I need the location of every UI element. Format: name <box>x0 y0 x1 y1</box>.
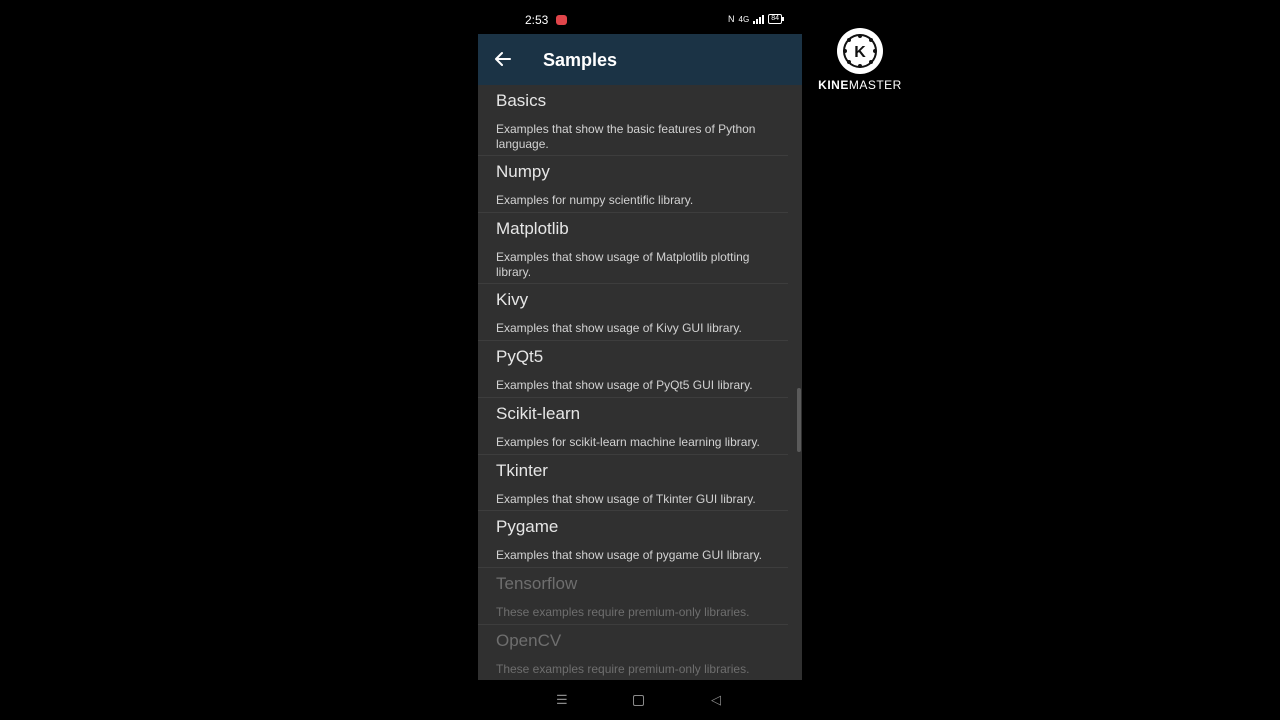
sample-item-kivy[interactable]: Kivy Examples that show usage of Kivy GUI… <box>478 284 788 342</box>
sample-description: These examples require premium-only libr… <box>496 604 750 619</box>
kinemaster-logo-icon: K <box>837 28 883 74</box>
sample-title: Kivy <box>496 290 529 310</box>
app-bar: Samples <box>478 34 802 85</box>
app-window: Samples Basics Examples that show the bas… <box>478 34 802 680</box>
back-arrow-icon[interactable] <box>490 46 516 72</box>
brand-bold: KINE <box>818 78 849 92</box>
sample-title: Scikit-learn <box>496 403 581 423</box>
scrollbar-thumb[interactable] <box>797 388 801 452</box>
sample-item-matplotlib[interactable]: Matplotlib Examples that show usage of Ma… <box>478 213 788 285</box>
signal-icon <box>753 14 765 24</box>
sample-item-basics[interactable]: Basics Examples that show the basic featu… <box>478 85 788 157</box>
sample-description: Examples that show usage of Matplotlib p… <box>496 250 750 279</box>
sample-item-tkinter[interactable]: Tkinter Examples that show usage of Tkint… <box>478 455 788 512</box>
back-triangle-icon[interactable]: ◁ <box>711 692 721 708</box>
sample-description: Examples that show usage of Tkinter GUI … <box>496 491 756 506</box>
sample-item-numpy[interactable]: Numpy Examples for numpy scientific libra… <box>478 156 788 214</box>
sample-description: Examples that show usage of PyQt5 GUI li… <box>496 378 753 393</box>
page-title: Samples <box>543 50 618 70</box>
sample-description: Examples that show usage of Kivy GUI lib… <box>496 321 742 336</box>
brand-name: KINEMASTER <box>818 78 902 92</box>
status-bar: 2:53 N 4G 84 <box>478 10 802 32</box>
screen-record-icon <box>556 15 567 25</box>
status-icons: N 4G 84 <box>728 14 784 24</box>
sample-title: Tensorflow <box>496 573 578 593</box>
sample-title: Tkinter <box>496 460 548 480</box>
logo-letter: K <box>854 44 866 61</box>
sample-item-pygame[interactable]: Pygame Examples that show usage of pygame… <box>478 511 788 568</box>
brand-rest: MASTER <box>848 78 902 92</box>
sample-title: Matplotlib <box>496 219 569 239</box>
sample-description: Examples that show usage of pygame GUI l… <box>496 548 762 563</box>
sample-item-pyqt5[interactable]: PyQt5 Examples that show usage of PyQt5 G… <box>478 341 788 398</box>
sample-description: These examples require premium-only libr… <box>496 661 750 676</box>
sample-title: Pygame <box>496 517 559 537</box>
sample-description: Examples for scikit-learn machine learni… <box>496 434 760 449</box>
sample-description: Examples that show the basic features of… <box>496 122 756 151</box>
system-nav-bar: ☰ ◁ <box>478 686 802 714</box>
sample-title: Numpy <box>496 162 550 182</box>
battery-icon: 84 <box>768 14 784 24</box>
sample-item-opencv[interactable]: OpenCV These examples require premium-onl… <box>478 625 788 680</box>
recent-apps-icon[interactable]: ☰ <box>556 692 568 708</box>
sample-item-scikit-learn[interactable]: Scikit-learn Examples for scikit-learn ma… <box>478 398 788 455</box>
sample-item-tensorflow[interactable]: Tensorflow These examples require premium… <box>478 568 788 625</box>
sample-title: PyQt5 <box>496 347 544 367</box>
samples-list: Basics Examples that show the basic featu… <box>478 85 802 680</box>
sample-description: Examples for numpy scientific library. <box>496 193 694 208</box>
network-type: 4G <box>738 14 750 24</box>
sample-title: OpenCV <box>496 630 562 650</box>
home-icon[interactable] <box>633 695 644 706</box>
nfc-icon: N <box>728 14 735 24</box>
status-time: 2:53 <box>525 13 549 27</box>
kinemaster-watermark: K KINEMASTER <box>818 28 902 92</box>
sample-title: Basics <box>496 91 547 110</box>
